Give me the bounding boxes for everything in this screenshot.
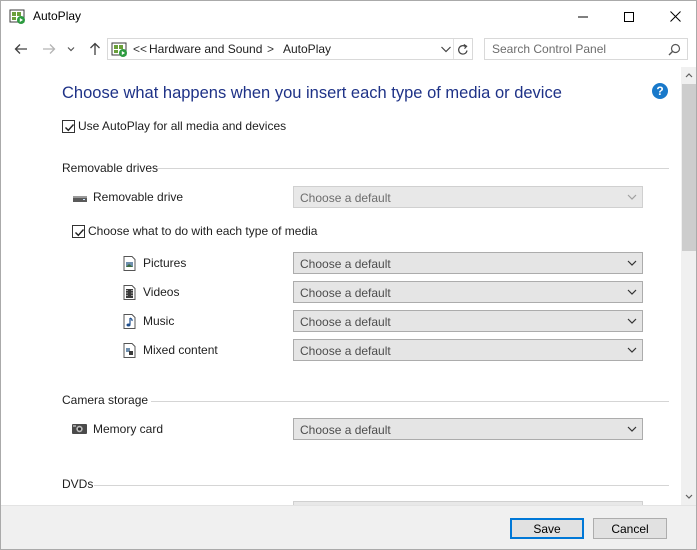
chevron-down-icon xyxy=(627,347,637,353)
use-autoplay-label[interactable]: Use AutoPlay for all media and devices xyxy=(78,119,286,133)
removable-drive-label: Removable drive xyxy=(93,190,184,204)
section-title-dvds: DVDs xyxy=(62,477,94,491)
videos-label: Videos xyxy=(143,285,180,299)
page-title: Choose what happens when you insert each… xyxy=(62,84,562,102)
address-history-dropdown[interactable] xyxy=(439,43,453,55)
memory-card-select-value: Choose a default xyxy=(300,423,391,437)
videos-select-value: Choose a default xyxy=(300,286,391,300)
checkmark-icon xyxy=(75,229,85,237)
autoplay-window: AutoPlay << Hardware and Sound > AutoPla… xyxy=(0,0,697,550)
chevron-down-icon xyxy=(627,426,637,432)
window-title: AutoPlay xyxy=(33,9,82,23)
title-bar: AutoPlay xyxy=(1,1,696,32)
vertical-scrollbar[interactable] xyxy=(681,67,696,505)
memory-card-select[interactable]: Choose a default xyxy=(293,418,643,440)
section-divider xyxy=(94,485,669,486)
scroll-down-button[interactable] xyxy=(681,488,696,505)
pictures-select[interactable]: Choose a default xyxy=(293,252,643,274)
close-button[interactable] xyxy=(652,1,696,32)
pictures-icon xyxy=(123,256,137,271)
chevron-down-icon xyxy=(67,47,75,52)
search-input[interactable] xyxy=(485,39,660,59)
cancel-button[interactable]: Cancel xyxy=(593,518,667,539)
mixed-content-select[interactable]: Choose a default xyxy=(293,339,643,361)
scrollbar-thumb[interactable] xyxy=(682,84,696,251)
removable-drive-select-value: Choose a default xyxy=(300,191,391,205)
checkmark-icon xyxy=(65,124,75,132)
breadcrumb-autoplay[interactable]: AutoPlay xyxy=(283,42,331,56)
address-bar[interactable]: << Hardware and Sound > AutoPlay xyxy=(107,38,473,60)
chevron-down-icon xyxy=(627,318,637,324)
help-icon[interactable]: ? xyxy=(652,83,668,99)
mixed-content-label: Mixed content xyxy=(143,343,218,357)
footer: Save Cancel xyxy=(1,505,696,549)
chevron-up-icon xyxy=(685,73,693,78)
autoplay-app-icon xyxy=(9,8,26,25)
removable-drive-icon xyxy=(72,191,87,205)
mixed-content-icon xyxy=(123,343,137,358)
control-panel-icon xyxy=(111,41,128,58)
forward-button[interactable] xyxy=(39,40,59,58)
pictures-select-value: Choose a default xyxy=(300,257,391,271)
music-select-value: Choose a default xyxy=(300,315,391,329)
save-button[interactable]: Save xyxy=(510,518,584,539)
chevron-down-icon xyxy=(685,494,693,499)
music-icon xyxy=(123,314,137,329)
choose-media-checkbox[interactable] xyxy=(72,225,85,238)
section-title-removable-drives: Removable drives xyxy=(62,161,159,175)
removable-drive-select: Choose a default xyxy=(293,186,643,208)
search-icon[interactable] xyxy=(668,43,681,56)
section-divider xyxy=(151,401,669,402)
memory-card-label: Memory card xyxy=(93,422,164,436)
main-content: Choose what happens when you insert each… xyxy=(1,67,681,505)
up-button[interactable] xyxy=(85,40,105,58)
navigation-bar: << Hardware and Sound > AutoPlay xyxy=(1,32,696,66)
breadcrumb-hardware-and-sound[interactable]: Hardware and Sound xyxy=(149,42,262,56)
chevron-down-icon xyxy=(441,46,451,53)
search-box[interactable] xyxy=(484,38,688,60)
back-arrow-icon xyxy=(14,44,27,54)
refresh-button[interactable] xyxy=(453,39,472,59)
breadcrumb-separator[interactable]: > xyxy=(267,42,274,56)
videos-select[interactable]: Choose a default xyxy=(293,281,643,303)
choose-media-label[interactable]: Choose what to do with each type of medi… xyxy=(88,224,317,238)
refresh-icon xyxy=(458,43,468,55)
recent-locations-button[interactable] xyxy=(64,40,78,58)
music-label: Music xyxy=(143,314,175,328)
chevron-down-icon xyxy=(627,260,637,266)
forward-arrow-icon xyxy=(43,44,56,54)
memory-card-icon xyxy=(71,422,88,436)
videos-icon xyxy=(123,285,137,300)
scroll-up-button[interactable] xyxy=(681,67,696,84)
use-autoplay-checkbox[interactable] xyxy=(62,120,75,133)
chevron-down-icon xyxy=(627,194,637,200)
section-title-camera-storage: Camera storage xyxy=(62,393,149,407)
section-divider xyxy=(157,168,669,169)
mixed-content-select-value: Choose a default xyxy=(300,344,391,358)
pictures-label: Pictures xyxy=(143,256,187,270)
minimize-button[interactable] xyxy=(560,1,606,32)
maximize-button[interactable] xyxy=(606,1,652,32)
music-select[interactable]: Choose a default xyxy=(293,310,643,332)
chevron-down-icon xyxy=(627,289,637,295)
up-arrow-icon xyxy=(90,42,100,55)
back-button[interactable] xyxy=(11,40,31,58)
breadcrumb-overflow[interactable]: << xyxy=(133,42,147,56)
